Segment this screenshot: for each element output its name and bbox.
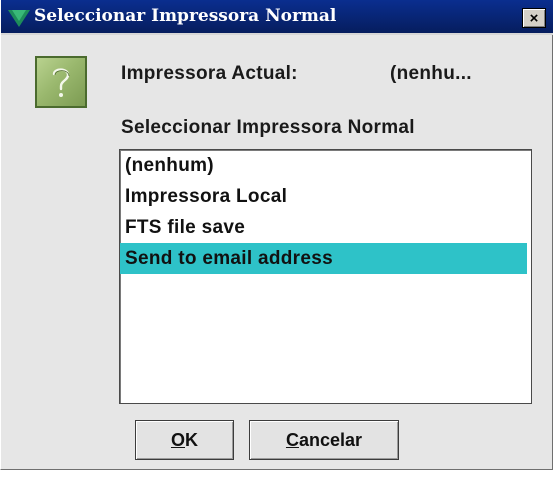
app-logo-icon bbox=[7, 8, 31, 28]
dialog-window: Seleccionar Impressora Normal × Impresso… bbox=[0, 0, 553, 470]
printer-list-heading: Seleccionar Impressora Normal bbox=[121, 117, 415, 138]
list-item-fts-file-save[interactable]: FTS file save bbox=[120, 212, 531, 243]
ok-button[interactable]: OK bbox=[135, 420, 234, 460]
ok-label-rest: K bbox=[185, 429, 198, 450]
list-item-none[interactable]: (nenhum) bbox=[120, 150, 531, 181]
current-printer-label: Impressora Actual: bbox=[121, 63, 298, 84]
cancel-button[interactable]: Cancelar bbox=[249, 420, 399, 460]
window-title: Seleccionar Impressora Normal bbox=[34, 6, 337, 26]
cancel-label-rest: ancelar bbox=[298, 429, 363, 450]
list-item-send-email[interactable]: Send to email address bbox=[120, 243, 527, 274]
cancel-mnemonic: C bbox=[285, 429, 299, 450]
question-icon bbox=[35, 56, 87, 108]
current-printer-value: (nenhu... bbox=[390, 63, 472, 84]
list-item-local-printer[interactable]: Impressora Local bbox=[120, 181, 531, 212]
printer-listbox[interactable]: (nenhum) Impressora Local FTS file save … bbox=[119, 149, 532, 404]
close-icon: × bbox=[529, 9, 539, 27]
title-bar[interactable]: Seleccionar Impressora Normal × bbox=[1, 0, 553, 35]
close-button[interactable]: × bbox=[522, 8, 546, 28]
ok-mnemonic: O bbox=[170, 429, 185, 450]
